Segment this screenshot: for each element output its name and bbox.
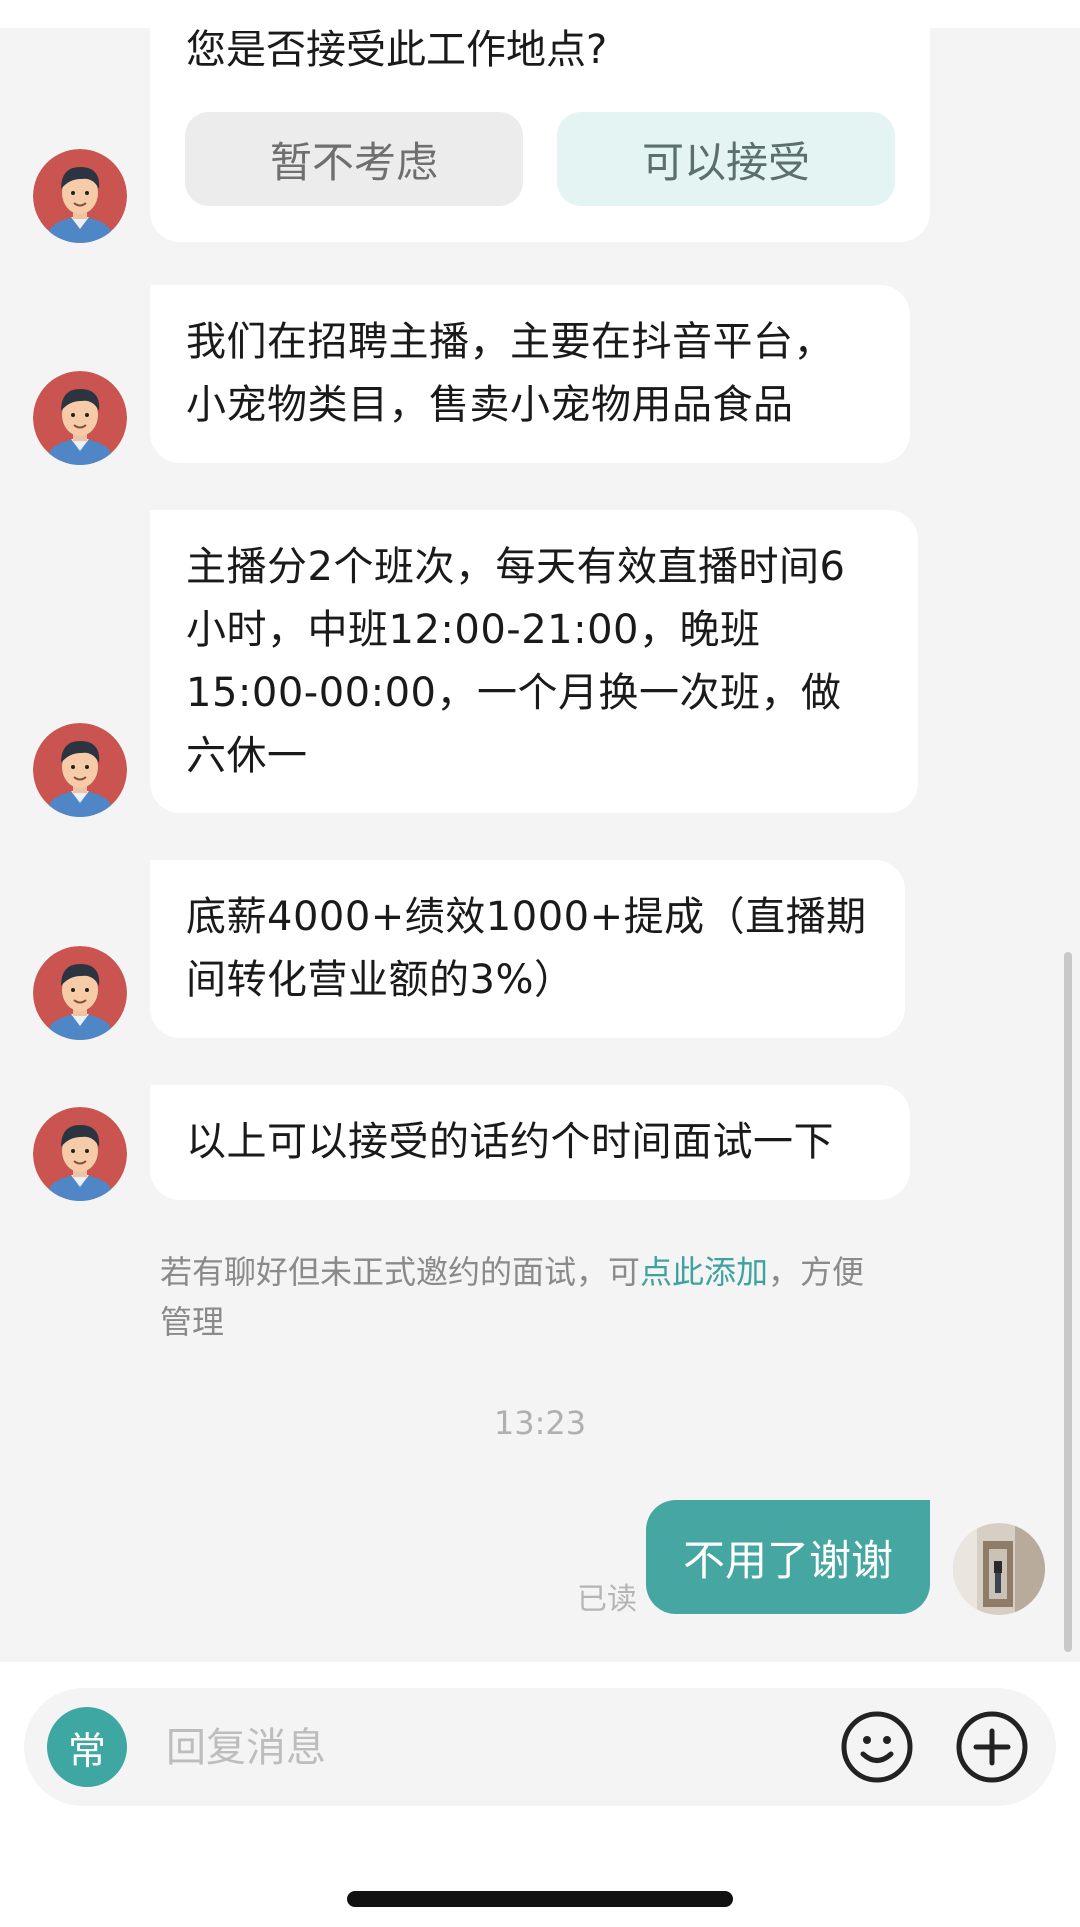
recruiter-message[interactable]: 底薪4000+绩效1000+提成（直播期 间转化营业额的3%）	[150, 860, 905, 1038]
input-bar: 常	[24, 1688, 1056, 1806]
recruiter-message[interactable]: 以上可以接受的话约个时间面试一下	[150, 1085, 910, 1200]
my-avatar[interactable]	[953, 1523, 1045, 1615]
recruiter-avatar[interactable]	[33, 1107, 127, 1201]
recruiter-avatar[interactable]	[33, 371, 127, 465]
chat-scrollbar[interactable]	[1064, 952, 1072, 1652]
recruiter-avatar[interactable]	[33, 723, 127, 817]
top-strip	[0, 0, 1080, 28]
my-message[interactable]: 不用了谢谢	[646, 1500, 930, 1614]
home-indicator	[347, 1891, 733, 1907]
hint-text: 若有聊好但未正式邀约的面试，可	[160, 1253, 641, 1291]
location-question-text: 您是否接受此工作地点?	[186, 27, 608, 73]
smiley-face-icon[interactable]	[839, 1709, 915, 1785]
accept-location-button[interactable]: 可以接受	[557, 112, 895, 206]
read-status: 已读	[577, 1582, 637, 1617]
recruiter-avatar[interactable]	[33, 946, 127, 1040]
plus-circle-icon[interactable]	[954, 1709, 1030, 1785]
recruiter-message[interactable]: 主播分2个班次，每天有效直播时间6 小时，中班12:00-21:00，晚班 15…	[150, 510, 918, 813]
interview-hint: 若有聊好但未正式邀约的面试，可点此添加，方便 管理	[160, 1247, 940, 1347]
recruiter-avatar[interactable]	[33, 149, 127, 243]
location-question-card: 您是否接受此工作地点? 暂不考虑 可以接受	[150, 28, 930, 242]
decline-location-button[interactable]: 暂不考虑	[185, 112, 523, 206]
reply-input[interactable]	[164, 1712, 688, 1784]
input-area: 常	[0, 1662, 1080, 1927]
add-interview-link[interactable]: 点此添加	[640, 1253, 768, 1291]
common-phrases-button[interactable]: 常	[47, 1707, 127, 1787]
recruiter-message[interactable]: 我们在招聘主播，主要在抖音平台， 小宠物类目，售卖小宠物用品食品	[150, 285, 910, 463]
message-timestamp: 13:23	[493, 1404, 587, 1442]
